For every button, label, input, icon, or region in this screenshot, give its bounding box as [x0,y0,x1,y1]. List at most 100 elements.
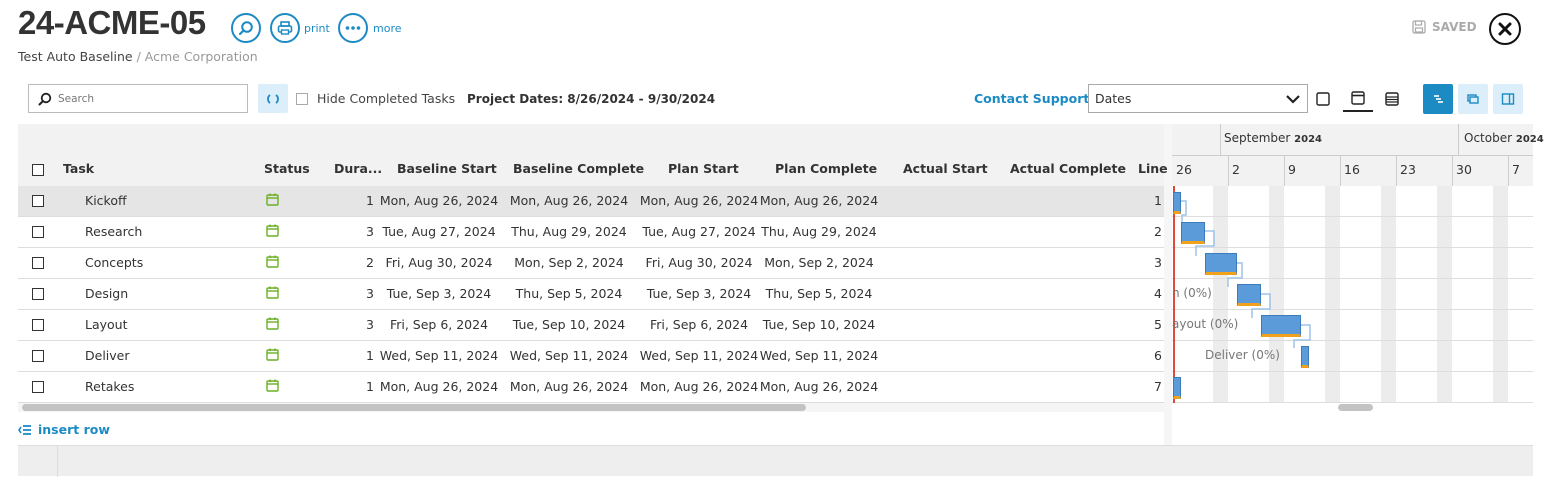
baseline-start-cell[interactable]: Wed, Sep 11, 2024 [369,348,509,363]
plan-start-cell[interactable]: Fri, Sep 6, 2024 [629,317,769,332]
baseline-complete-cell[interactable]: Tue, Sep 10, 2024 [499,317,639,332]
baseline-start-cell[interactable]: Tue, Aug 27, 2024 [369,224,509,239]
print-button[interactable]: print [270,13,330,43]
baseline-view-button[interactable] [1458,84,1488,114]
table-row[interactable]: Layout 3 Fri, Sep 6, 2024 Tue, Sep 10, 2024… [18,310,1164,341]
dates-dropdown[interactable]: Dates [1088,84,1308,113]
row-checkbox[interactable] [32,195,44,207]
more-button[interactable]: more [338,13,402,43]
organization-name[interactable]: Acme Corporation [145,49,258,64]
plan-start-cell[interactable]: Mon, Aug 26, 2024 [629,193,769,208]
insert-row-button[interactable]: insert row [18,422,110,437]
contact-support-link[interactable]: Contact Support [974,91,1089,106]
column-header-status[interactable]: Status [264,161,310,176]
calendar-status-icon[interactable] [266,348,279,361]
plan-start-cell[interactable]: Tue, Aug 27, 2024 [629,224,769,239]
task-name-cell[interactable]: Layout [85,317,128,332]
gantt-scroll-thumb[interactable] [1338,404,1373,411]
more-label[interactable]: more [373,22,402,35]
calendar-status-icon[interactable] [266,317,279,330]
calendar-status-icon[interactable] [266,255,279,268]
gantt-task-bar[interactable] [1173,377,1181,399]
baseline-start-cell[interactable]: Fri, Aug 30, 2024 [369,255,509,270]
baseline-complete-cell[interactable]: Mon, Aug 26, 2024 [499,379,639,394]
task-name-cell[interactable]: Deliver [85,348,130,363]
gantt-task-bar[interactable] [1173,192,1181,214]
baseline-start-cell[interactable]: Tue, Sep 3, 2024 [369,286,509,301]
plan-start-cell[interactable]: Wed, Sep 11, 2024 [629,348,769,363]
baseline-start-cell[interactable]: Fri, Sep 6, 2024 [369,317,509,332]
plan-complete-cell[interactable]: Tue, Sep 10, 2024 [749,317,889,332]
table-row[interactable]: Retakes 1 Mon, Aug 26, 2024 Mon, Aug 26, 20… [18,372,1164,403]
task-name-cell[interactable]: Concepts [85,255,143,270]
close-button[interactable] [1489,13,1521,45]
plan-complete-cell[interactable]: Thu, Sep 5, 2024 [749,286,889,301]
baseline-start-cell[interactable]: Mon, Aug 26, 2024 [369,193,509,208]
task-name-cell[interactable]: Design [85,286,128,301]
baseline-complete-cell[interactable]: Thu, Aug 29, 2024 [499,224,639,239]
table-row[interactable]: Kickoff 1 Mon, Aug 26, 2024 Mon, Aug 26, 20… [18,186,1164,217]
row-checkbox[interactable] [32,288,44,300]
calendar-status-icon[interactable] [266,379,279,392]
view-header-button[interactable] [1343,86,1373,112]
column-header-duration[interactable]: Dura... [334,161,382,176]
row-checkbox[interactable] [32,226,44,238]
row-checkbox[interactable] [32,319,44,331]
gantt-task-bar[interactable] [1237,284,1261,306]
column-header-baseline-start[interactable]: Baseline Start [397,161,497,176]
baseline-complete-cell[interactable]: Wed, Sep 11, 2024 [499,348,639,363]
sync-button[interactable] [258,84,288,113]
row-checkbox[interactable] [32,350,44,362]
search-field[interactable]: Search [28,84,248,113]
plan-complete-cell[interactable]: Mon, Sep 2, 2024 [749,255,889,270]
column-header-actual-start[interactable]: Actual Start [903,161,988,176]
table-row[interactable]: Design 3 Tue, Sep 3, 2024 Thu, Sep 5, 2024 T… [18,279,1164,310]
calendar-status-icon[interactable] [266,286,279,299]
table-row[interactable]: Research 3 Tue, Aug 27, 2024 Thu, Aug 29, 2… [18,217,1164,248]
column-header-actual-complete[interactable]: Actual Complete [1010,161,1126,176]
view-rows-button[interactable] [1379,86,1405,112]
plan-start-cell[interactable]: Tue, Sep 3, 2024 [629,286,769,301]
select-all-checkbox[interactable] [32,164,44,176]
calendar-status-icon[interactable] [266,224,279,237]
gantt-bar-label: n (0%) [1172,286,1212,300]
baseline-start-cell[interactable]: Mon, Aug 26, 2024 [369,379,509,394]
search-project-button[interactable] [231,13,261,43]
column-header-task[interactable]: Task [63,161,94,176]
column-header-plan-complete[interactable]: Plan Complete [775,161,877,176]
insert-row-label[interactable]: insert row [38,422,110,437]
task-name-cell[interactable]: Research [85,224,142,239]
column-header-line[interactable]: Line [1138,161,1168,176]
hide-completed-toggle[interactable]: Hide Completed Tasks [296,91,455,106]
plan-complete-cell[interactable]: Thu, Aug 29, 2024 [749,224,889,239]
plan-complete-cell[interactable]: Mon, Aug 26, 2024 [749,379,889,394]
baseline-complete-cell[interactable]: Thu, Sep 5, 2024 [499,286,639,301]
gantt-task-bar[interactable] [1301,346,1309,368]
gantt-task-bar[interactable] [1261,315,1301,337]
table-row[interactable]: Deliver 1 Wed, Sep 11, 2024 Wed, Sep 11, 20… [18,341,1164,372]
baseline-name[interactable]: Test Auto Baseline [18,49,133,64]
gantt-task-bar[interactable] [1205,253,1237,275]
print-label[interactable]: print [304,22,330,35]
view-compact-button[interactable] [1310,86,1336,112]
calendar-status-icon[interactable] [266,193,279,206]
plan-complete-cell[interactable]: Mon, Aug 26, 2024 [749,193,889,208]
split-view-button[interactable] [1493,84,1523,114]
baseline-complete-cell[interactable]: Mon, Aug 26, 2024 [499,193,639,208]
search-placeholder[interactable]: Search [58,93,94,105]
plan-start-cell[interactable]: Fri, Aug 30, 2024 [629,255,769,270]
plan-start-cell[interactable]: Mon, Aug 26, 2024 [629,379,769,394]
row-checkbox[interactable] [32,381,44,393]
gantt-task-bar[interactable] [1181,222,1205,244]
hide-completed-checkbox[interactable] [296,92,308,105]
table-row[interactable]: Concepts 2 Fri, Aug 30, 2024 Mon, Sep 2, 20… [18,248,1164,279]
task-name-cell[interactable]: Retakes [85,379,134,394]
baseline-complete-cell[interactable]: Mon, Sep 2, 2024 [499,255,639,270]
gantt-view-button[interactable] [1423,84,1453,114]
task-name-cell[interactable]: Kickoff [85,193,127,208]
column-header-plan-start[interactable]: Plan Start [668,161,739,176]
row-checkbox[interactable] [32,257,44,269]
plan-complete-cell[interactable]: Wed, Sep 11, 2024 [749,348,889,363]
grid-scroll-thumb[interactable] [22,404,806,411]
column-header-baseline-complete[interactable]: Baseline Complete [513,161,644,176]
